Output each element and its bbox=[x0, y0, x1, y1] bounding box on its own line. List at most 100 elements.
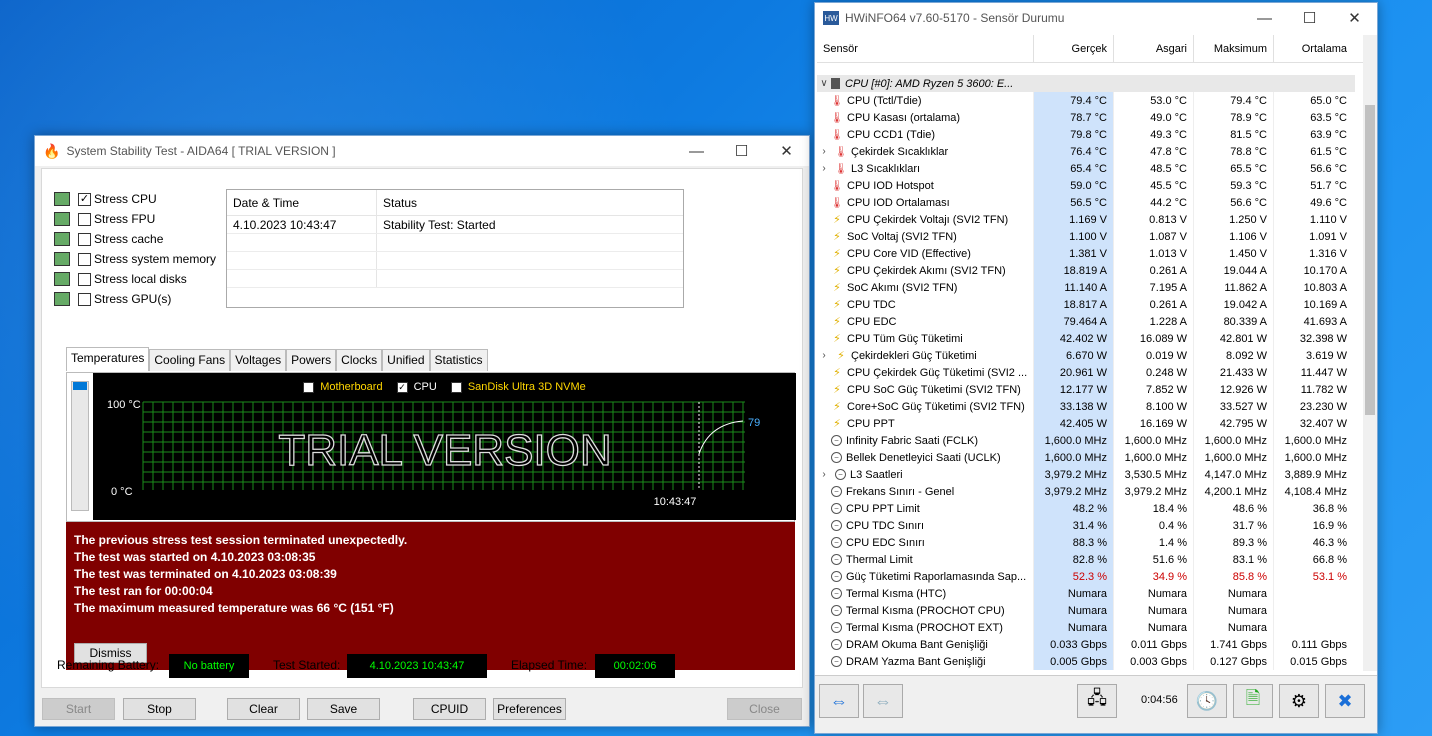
sensor-row[interactable]: ⚡ SoC Voltaj (SVI2 TFN) 1.100 V 1.087 V 1.10… bbox=[817, 228, 1355, 245]
hw-titlebar[interactable]: HW HWiNFO64 v7.60-5170 - Sensör Durumu —… bbox=[815, 3, 1377, 33]
stop-button[interactable]: Stop bbox=[123, 698, 196, 720]
clear-button[interactable]: Clear bbox=[227, 698, 300, 720]
exit-x-icon[interactable]: ✖ bbox=[1325, 684, 1365, 718]
sensor-row[interactable]: ⚡ CPU Çekirdek Güç Tüketimi (SVI2 ... 20.9… bbox=[817, 364, 1355, 381]
sensor-group-row[interactable]: ∨ CPU [#0]: AMD Ryzen 5 3600: E... bbox=[817, 75, 1355, 92]
column-header[interactable]: Gerçek bbox=[1033, 35, 1113, 62]
collapse-chevron-icon[interactable]: ∨ bbox=[817, 78, 831, 89]
stress-checkbox[interactable] bbox=[78, 272, 91, 286]
legend-item[interactable]: ✓ CPU bbox=[396, 381, 437, 393]
sensor-row[interactable]: ⚡ CPU EDC 79.464 A 1.228 A 80.339 A 41.693 A bbox=[817, 313, 1355, 330]
log-col-date[interactable]: Date & Time bbox=[227, 190, 377, 215]
maximize-icon[interactable]: ☐ bbox=[719, 136, 764, 166]
log-col-status[interactable]: Status bbox=[377, 190, 663, 215]
expand-chevron-icon[interactable]: › bbox=[817, 350, 831, 361]
close-icon[interactable]: ✕ bbox=[764, 136, 809, 166]
maximize-icon[interactable]: ☐ bbox=[1287, 3, 1332, 33]
sensor-row[interactable]: − DRAM Yazma Bant Genişliği 0.005 Gbps 0.00… bbox=[817, 653, 1355, 670]
stress-checkbox[interactable] bbox=[78, 212, 91, 226]
sensor-row[interactable]: › ⚡ Çekirdekleri Güç Tüketimi 6.670 W 0.019 … bbox=[817, 347, 1355, 364]
expand-chevron-icon[interactable]: › bbox=[817, 146, 831, 157]
stress-checkbox[interactable]: ✓ bbox=[78, 192, 91, 206]
column-header[interactable]: Asgari bbox=[1113, 35, 1193, 62]
sensor-row[interactable]: ⚡ Core+SoC Güç Tüketimi (SVI2 TFN) 33.138 … bbox=[817, 398, 1355, 415]
sensor-row[interactable]: − Frekans Sınırı - Genel 3,979.2 MHz 3,979.… bbox=[817, 483, 1355, 500]
sensor-row[interactable]: − CPU TDC Sınırı 31.4 % 0.4 % 31.7 % 16.9 % bbox=[817, 517, 1355, 534]
column-header[interactable]: Ortalama bbox=[1273, 35, 1353, 62]
sensor-row[interactable]: − Termal Kısma (PROCHOT CPU) Numara Numara N… bbox=[817, 602, 1355, 619]
sensor-row[interactable]: − Thermal Limit 82.8 % 51.6 % 83.1 % 66.8 % bbox=[817, 551, 1355, 568]
legend-checkbox[interactable] bbox=[450, 381, 462, 393]
tab-powers[interactable]: Powers bbox=[286, 349, 337, 371]
sensor-row[interactable]: 🌡 CPU IOD Hotspot 59.0 °C 45.5 °C 59.3 °C 51.… bbox=[817, 177, 1355, 194]
aida-titlebar[interactable]: 🔥 System Stability Test - AIDA64 [ TRIAL… bbox=[35, 136, 809, 166]
sensor-row[interactable]: ⚡ CPU PPT 42.405 W 16.169 W 42.795 W 32.407 W bbox=[817, 415, 1355, 432]
stress-option[interactable]: Stress local disks bbox=[54, 269, 216, 289]
stress-option[interactable]: Stress cache bbox=[54, 229, 216, 249]
expand-chevron-icon[interactable]: › bbox=[817, 163, 831, 174]
column-header[interactable]: Maksimum bbox=[1193, 35, 1273, 62]
preferences-button[interactable]: Preferences bbox=[493, 698, 566, 720]
minimize-icon[interactable]: — bbox=[674, 136, 719, 166]
legend-checkbox[interactable] bbox=[303, 381, 315, 393]
table-row[interactable]: 4.10.2023 10:43:47 Stability Test: Start… bbox=[227, 216, 683, 234]
clock-icon[interactable]: 🕓 bbox=[1187, 684, 1227, 718]
sensor-row[interactable]: › 🌡 L3 Sıcaklıkları 65.4 °C 48.5 °C 65.5 °C 56… bbox=[817, 160, 1355, 177]
min-value: 1,600.0 MHz bbox=[1113, 432, 1193, 449]
nav-arrows-icon[interactable]: ⇔ bbox=[819, 684, 859, 718]
sensor-row[interactable]: − Termal Kısma (PROCHOT EXT) Numara Numara N… bbox=[817, 619, 1355, 636]
sensor-row[interactable]: − CPU PPT Limit 48.2 % 18.4 % 48.6 % 36.8 % bbox=[817, 500, 1355, 517]
legend-item[interactable]: Motherboard bbox=[303, 381, 383, 393]
column-header[interactable]: Sensör bbox=[817, 35, 1033, 62]
stress-checkbox[interactable] bbox=[78, 292, 91, 306]
sensor-row[interactable]: 🌡 CPU Kasası (ortalama) 78.7 °C 49.0 °C 78.9… bbox=[817, 109, 1355, 126]
sensor-row[interactable]: ⚡ CPU Çekirdek Voltajı (SVI2 TFN) 1.169 V0… bbox=[817, 211, 1355, 228]
sensor-row[interactable]: ⚡ SoC Akımı (SVI2 TFN) 11.140 A 7.195 A 11.8… bbox=[817, 279, 1355, 296]
network-icon[interactable]: 🖧 bbox=[1077, 684, 1117, 718]
chart-scroll-slider[interactable] bbox=[71, 381, 89, 511]
stress-option[interactable]: ✓ Stress CPU bbox=[54, 189, 216, 209]
save-button[interactable]: Save bbox=[307, 698, 380, 720]
sensor-row[interactable]: › − L3 Saatleri 3,979.2 MHz 3,530.5 MHz 4,147… bbox=[817, 466, 1355, 483]
sensor-row[interactable]: − CPU EDC Sınırı 88.3 % 1.4 % 89.3 % 46.3 % bbox=[817, 534, 1355, 551]
add-report-icon[interactable]: 🗎 bbox=[1233, 684, 1273, 718]
tab-clocks[interactable]: Clocks bbox=[336, 349, 383, 371]
sensor-row[interactable]: 🌡 CPU IOD Ortalaması 56.5 °C 44.2 °C 56.6 °C… bbox=[817, 194, 1355, 211]
stress-option[interactable]: Stress FPU bbox=[54, 209, 216, 229]
sensor-row[interactable]: ⚡ CPU TDC 18.817 A 0.261 A 19.042 A 10.169 A bbox=[817, 296, 1355, 313]
nav-arrows-disabled-icon[interactable]: ⇔ bbox=[863, 684, 903, 718]
tab-temperatures[interactable]: Temperatures bbox=[66, 347, 150, 371]
sensor-row[interactable]: 🌡 CPU (Tctl/Tdie) 79.4 °C 53.0 °C 79.4 °C 65.… bbox=[817, 92, 1355, 109]
tab-unified[interactable]: Unified bbox=[382, 349, 430, 371]
minimize-icon[interactable]: — bbox=[1242, 3, 1287, 33]
sensor-row[interactable]: − Termal Kısma (HTC) Numara Numara Numara bbox=[817, 585, 1355, 602]
sensor-row[interactable]: 🌡 CPU CCD1 (Tdie) 79.8 °C 49.3 °C 81.5 °C 63.… bbox=[817, 126, 1355, 143]
min-value: 1,600.0 MHz bbox=[1113, 449, 1193, 466]
sensor-row[interactable]: ⚡ CPU Core VID (Effective) 1.381 V 1.013 V1… bbox=[817, 245, 1355, 262]
sensor-row[interactable]: ⚡ CPU SoC Güç Tüketimi (SVI2 TFN) 12.177 W… bbox=[817, 381, 1355, 398]
stress-checkbox[interactable] bbox=[78, 232, 91, 246]
start-button[interactable]: Start bbox=[42, 698, 115, 720]
stress-option[interactable]: Stress GPU(s) bbox=[54, 289, 216, 309]
sensor-row[interactable]: − Bellek Denetleyici Saati (UCLK) 1,600.0 … bbox=[817, 449, 1355, 466]
expand-chevron-icon[interactable]: › bbox=[817, 469, 831, 480]
sensor-row[interactable]: ⚡ CPU Çekirdek Akımı (SVI2 TFN) 18.819 A 0.… bbox=[817, 262, 1355, 279]
sensor-scrollbar[interactable] bbox=[1363, 35, 1377, 671]
legend-checkbox[interactable]: ✓ bbox=[396, 381, 408, 393]
cpuid-button[interactable]: CPUID bbox=[413, 698, 486, 720]
battery-value: No battery bbox=[169, 654, 249, 678]
sensor-row[interactable]: ⚡ CPU Tüm Güç Tüketimi 42.402 W 16.089 W 42.… bbox=[817, 330, 1355, 347]
tab-voltages[interactable]: Voltages bbox=[230, 349, 287, 371]
sensor-row[interactable]: − DRAM Okuma Bant Genişliği 0.033 Gbps 0.01… bbox=[817, 636, 1355, 653]
close-icon[interactable]: ✕ bbox=[1332, 3, 1377, 33]
sensor-row[interactable]: − Güç Tüketimi Raporlamasında Sap... 52.3 … bbox=[817, 568, 1355, 585]
stress-checkbox[interactable] bbox=[78, 252, 91, 266]
tab-cooling-fans[interactable]: Cooling Fans bbox=[149, 349, 231, 371]
close-button[interactable]: Close bbox=[727, 698, 802, 720]
sensor-row[interactable]: − Infinity Fabric Saati (FCLK) 1,600.0 MHz… bbox=[817, 432, 1355, 449]
sensor-row[interactable]: › 🌡 Çekirdek Sıcaklıklar 76.4 °C 47.8 °C 78.8… bbox=[817, 143, 1355, 160]
settings-gear-icon[interactable]: ⚙ bbox=[1279, 684, 1319, 718]
legend-item[interactable]: SanDisk Ultra 3D NVMe bbox=[450, 381, 586, 393]
stress-option[interactable]: Stress system memory bbox=[54, 249, 216, 269]
tab-statistics[interactable]: Statistics bbox=[429, 349, 488, 371]
